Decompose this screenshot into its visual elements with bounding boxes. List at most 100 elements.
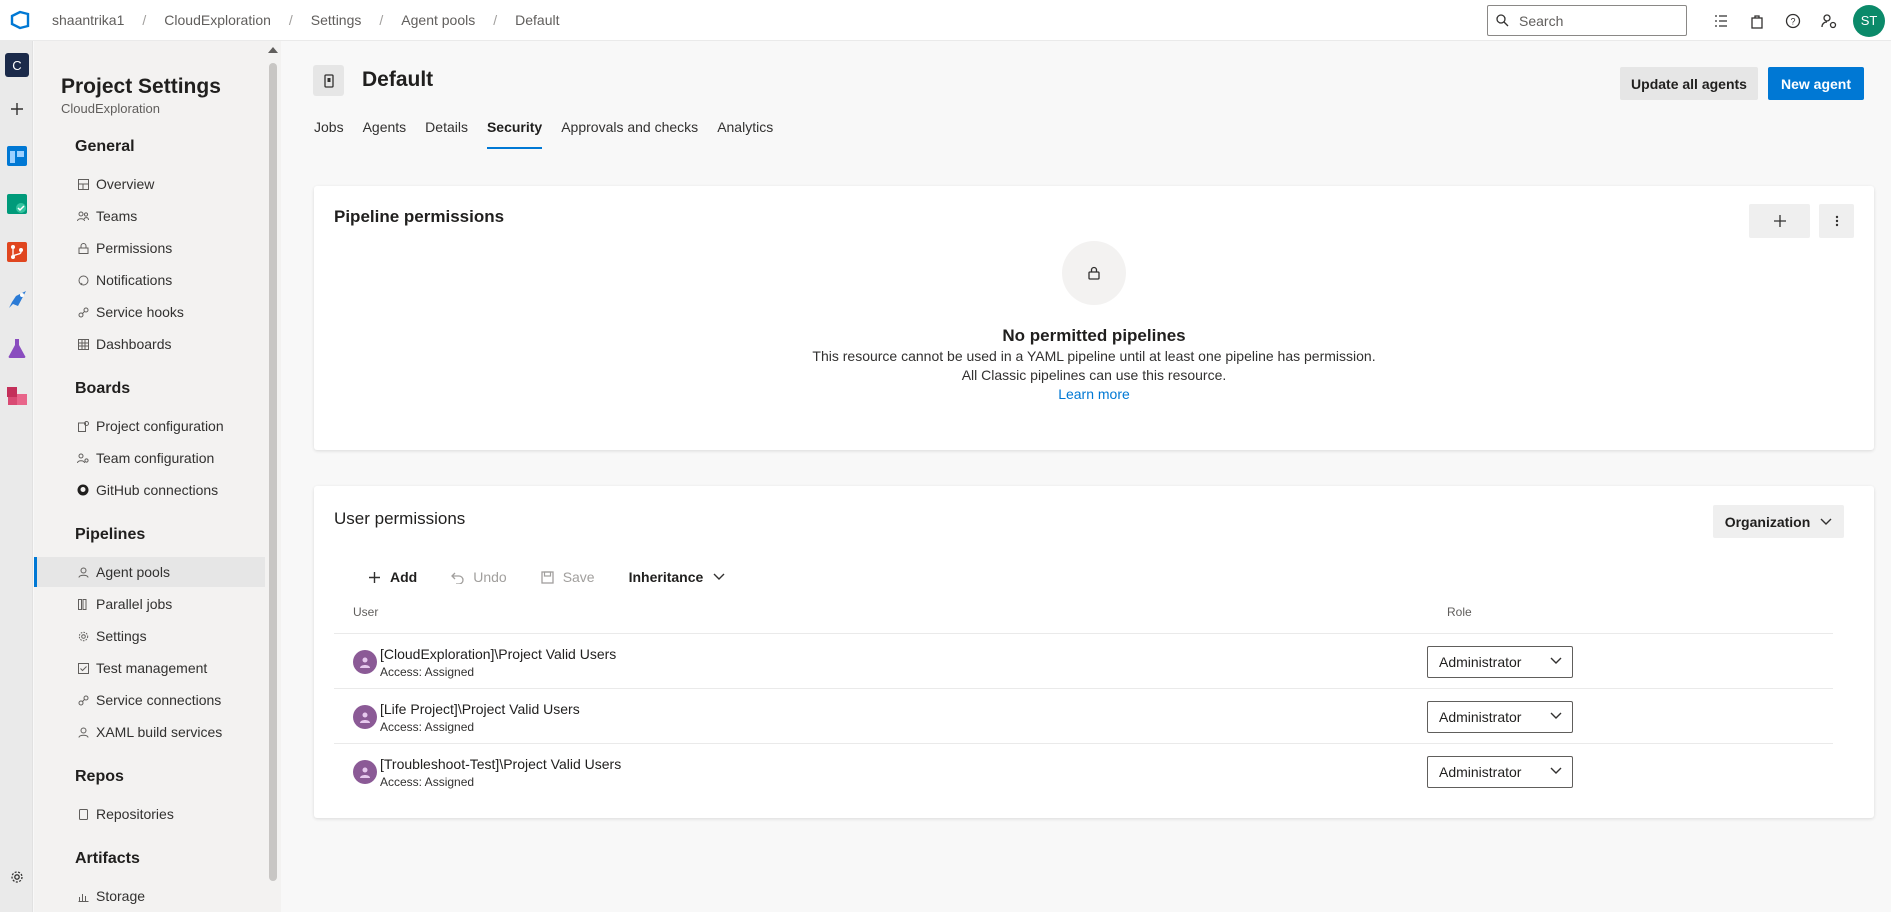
shopping-bag-icon[interactable] xyxy=(1739,3,1775,39)
scrollbar-thumb[interactable] xyxy=(269,63,277,881)
test-plans-icon[interactable] xyxy=(5,336,29,360)
build-services-icon xyxy=(76,725,90,739)
overview-icon xyxy=(76,177,90,191)
sidebar-item-storage[interactable]: Storage xyxy=(34,881,265,911)
group-avatar-icon xyxy=(353,705,377,729)
group-avatar-icon xyxy=(353,760,377,784)
more-vertical-icon xyxy=(1835,215,1838,227)
settings-gear-icon[interactable] xyxy=(5,865,29,889)
column-header-user[interactable]: User xyxy=(353,605,378,619)
azure-devops-logo-icon[interactable] xyxy=(0,0,40,41)
empty-state-line-1: This resource cannot be used in a YAML p… xyxy=(812,348,1376,364)
table-row[interactable]: [Troubleshoot-Test]\Project Valid Users … xyxy=(334,743,1833,798)
pipelines-icon[interactable] xyxy=(5,288,29,312)
user-avatar[interactable]: ST xyxy=(1853,4,1885,37)
gear-icon xyxy=(76,629,90,643)
column-header-role[interactable]: Role xyxy=(1447,605,1472,619)
breadcrumb-org[interactable]: shaantrika1 xyxy=(52,12,124,28)
tab-analytics[interactable]: Analytics xyxy=(717,115,773,151)
chevron-down-icon xyxy=(1820,518,1832,525)
role-select[interactable]: Administrator xyxy=(1427,756,1573,788)
sidebar-item-github-connections[interactable]: GitHub connections xyxy=(34,475,265,505)
new-agent-button[interactable]: New agent xyxy=(1768,67,1864,100)
scroll-up-arrow-icon[interactable] xyxy=(268,47,278,53)
storage-icon xyxy=(76,889,90,903)
breadcrumb-default[interactable]: Default xyxy=(515,12,559,28)
sidebar-item-settings[interactable]: Settings xyxy=(34,621,265,651)
sidebar-item-agent-pools[interactable]: Agent pools xyxy=(34,557,265,587)
sidebar-item-parallel-jobs[interactable]: Parallel jobs xyxy=(34,589,265,619)
breadcrumb-settings[interactable]: Settings xyxy=(311,12,362,28)
help-icon[interactable]: ? xyxy=(1775,3,1811,39)
tab-jobs[interactable]: Jobs xyxy=(314,115,344,151)
lock-icon xyxy=(76,241,90,255)
scope-dropdown[interactable]: Organization xyxy=(1713,505,1844,538)
pipeline-permissions-card: Pipeline permissions No permitted pipeli… xyxy=(314,186,1874,450)
tab-agents[interactable]: Agents xyxy=(363,115,407,151)
add-icon[interactable] xyxy=(5,97,29,121)
undo-button[interactable]: Undo xyxy=(451,569,507,585)
project-avatar[interactable]: C xyxy=(5,53,29,77)
sidebar-item-overview[interactable]: Overview xyxy=(34,169,265,199)
breadcrumb-separator: / xyxy=(288,12,293,28)
repos-overview-icon[interactable] xyxy=(5,192,29,216)
teams-icon xyxy=(76,209,90,223)
sidebar-item-repositories[interactable]: Repositories xyxy=(34,799,265,829)
breadcrumb-agent-pools[interactable]: Agent pools xyxy=(401,12,475,28)
artifacts-icon[interactable] xyxy=(5,384,29,408)
search-icon xyxy=(1496,14,1509,27)
tab-security[interactable]: Security xyxy=(486,115,543,151)
breadcrumb-project[interactable]: CloudExploration xyxy=(164,12,271,28)
sidebar-item-teams[interactable]: Teams xyxy=(34,201,265,231)
update-all-agents-button[interactable]: Update all agents xyxy=(1620,67,1758,100)
sidebar-item-project-configuration[interactable]: Project configuration xyxy=(34,411,265,441)
user-permissions-title: User permissions xyxy=(334,509,466,528)
inheritance-dropdown[interactable]: Inheritance xyxy=(629,569,726,585)
project-settings-sidebar: Project Settings CloudExploration Genera… xyxy=(34,41,281,912)
checklist-icon[interactable] xyxy=(1703,3,1739,39)
more-options-button[interactable] xyxy=(1819,204,1854,238)
sidebar-item-notifications[interactable]: Notifications xyxy=(34,265,265,295)
tab-approvals-and-checks[interactable]: Approvals and checks xyxy=(561,115,698,151)
test-management-icon xyxy=(76,661,90,675)
plus-icon xyxy=(1773,215,1786,227)
group-avatar-icon xyxy=(353,650,377,674)
team-configuration-icon xyxy=(76,451,90,465)
breadcrumb-separator: / xyxy=(142,12,147,28)
sidebar-item-permissions[interactable]: Permissions xyxy=(34,233,265,263)
role-select[interactable]: Administrator xyxy=(1427,701,1573,733)
sidebar-title: Project Settings xyxy=(61,75,221,98)
search-input[interactable]: Search xyxy=(1487,5,1687,36)
role-select[interactable]: Administrator xyxy=(1427,646,1573,678)
empty-state-line-2: All Classic pipelines can use this resou… xyxy=(961,367,1227,383)
lock-icon xyxy=(1062,241,1126,305)
add-pipeline-button[interactable] xyxy=(1749,204,1810,238)
table-row[interactable]: [CloudExploration]\Project Valid Users A… xyxy=(334,633,1833,688)
agent-pool-icon xyxy=(313,65,344,96)
user-settings-icon[interactable] xyxy=(1811,3,1847,39)
chevron-down-icon xyxy=(1550,767,1562,774)
repos-icon[interactable] xyxy=(5,240,29,264)
section-boards: Boards xyxy=(75,380,131,397)
app-rail: C xyxy=(0,41,33,912)
sidebar-item-test-management[interactable]: Test management xyxy=(34,653,265,683)
boards-icon[interactable] xyxy=(5,144,29,168)
sidebar-scrollbar[interactable] xyxy=(267,41,279,912)
table-row[interactable]: [Life Project]\Project Valid Users Acces… xyxy=(334,688,1833,743)
user-access: Access: Assigned xyxy=(380,665,475,679)
sidebar-item-xaml-build-services[interactable]: XAML build services xyxy=(34,717,265,747)
add-button[interactable]: Add xyxy=(368,569,417,585)
permissions-toolbar: Add Undo Save Inheritance xyxy=(368,564,759,590)
page-title: Default xyxy=(362,68,434,91)
sidebar-item-dashboards[interactable]: Dashboards xyxy=(34,329,265,359)
chevron-down-icon xyxy=(1550,657,1562,664)
sidebar-item-service-hooks[interactable]: Service hooks xyxy=(34,297,265,327)
save-button[interactable]: Save xyxy=(541,569,595,585)
project-configuration-icon xyxy=(76,419,90,433)
sidebar-item-team-configuration[interactable]: Team configuration xyxy=(34,443,265,473)
tab-details[interactable]: Details xyxy=(425,115,468,151)
sidebar-item-service-connections[interactable]: Service connections xyxy=(34,685,265,715)
repository-icon xyxy=(76,807,90,821)
sidebar-subtitle: CloudExploration xyxy=(61,101,161,116)
learn-more-link[interactable]: Learn more xyxy=(314,386,1874,402)
